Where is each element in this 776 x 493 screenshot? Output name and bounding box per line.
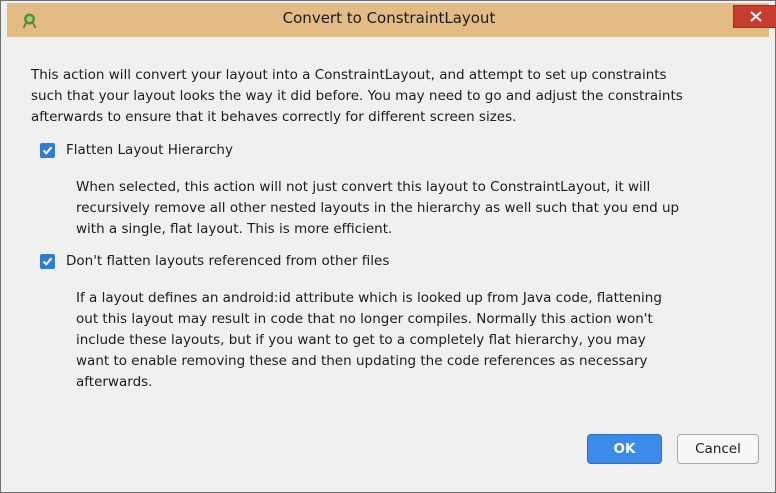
flatten-hierarchy-checkbox[interactable] bbox=[40, 143, 55, 158]
ok-button[interactable]: OK bbox=[587, 434, 662, 464]
checkmark-icon bbox=[42, 146, 53, 155]
checkmark-icon bbox=[42, 257, 53, 266]
referenced-help-line: include these layouts, but if you want t… bbox=[76, 332, 646, 348]
flatten-hierarchy-label[interactable]: Flatten Layout Hierarchy bbox=[66, 140, 233, 161]
dont-flatten-referenced-checkbox[interactable] bbox=[40, 254, 55, 269]
referenced-help-line: want to enable removing these and then u… bbox=[76, 353, 648, 369]
flatten-help-line: When selected, this action will not just… bbox=[76, 179, 651, 195]
flatten-help-line: with a single, flat layout. This is more… bbox=[76, 221, 393, 237]
dialog-content: This action will convert your layout int… bbox=[7, 37, 769, 486]
dialog-title: Convert to ConstraintLayout bbox=[282, 9, 496, 27]
cancel-button[interactable]: Cancel bbox=[677, 434, 759, 464]
description-line: such that your layout looks the way it d… bbox=[31, 88, 683, 104]
flatten-help-line: recursively remove all other nested layo… bbox=[76, 200, 680, 216]
dialog-window: Convert to ConstraintLayout This action … bbox=[0, 0, 776, 493]
referenced-help-line: afterwards. bbox=[76, 374, 153, 390]
dont-flatten-referenced-label[interactable]: Don't flatten layouts referenced from ot… bbox=[66, 251, 389, 272]
description-line: afterwards to ensure that it behaves cor… bbox=[31, 109, 517, 125]
referenced-help-line: If a layout defines an android:id attrib… bbox=[76, 290, 662, 306]
referenced-help-line: out this layout may result in code that … bbox=[76, 311, 653, 327]
description-line: This action will convert your layout int… bbox=[31, 67, 667, 83]
